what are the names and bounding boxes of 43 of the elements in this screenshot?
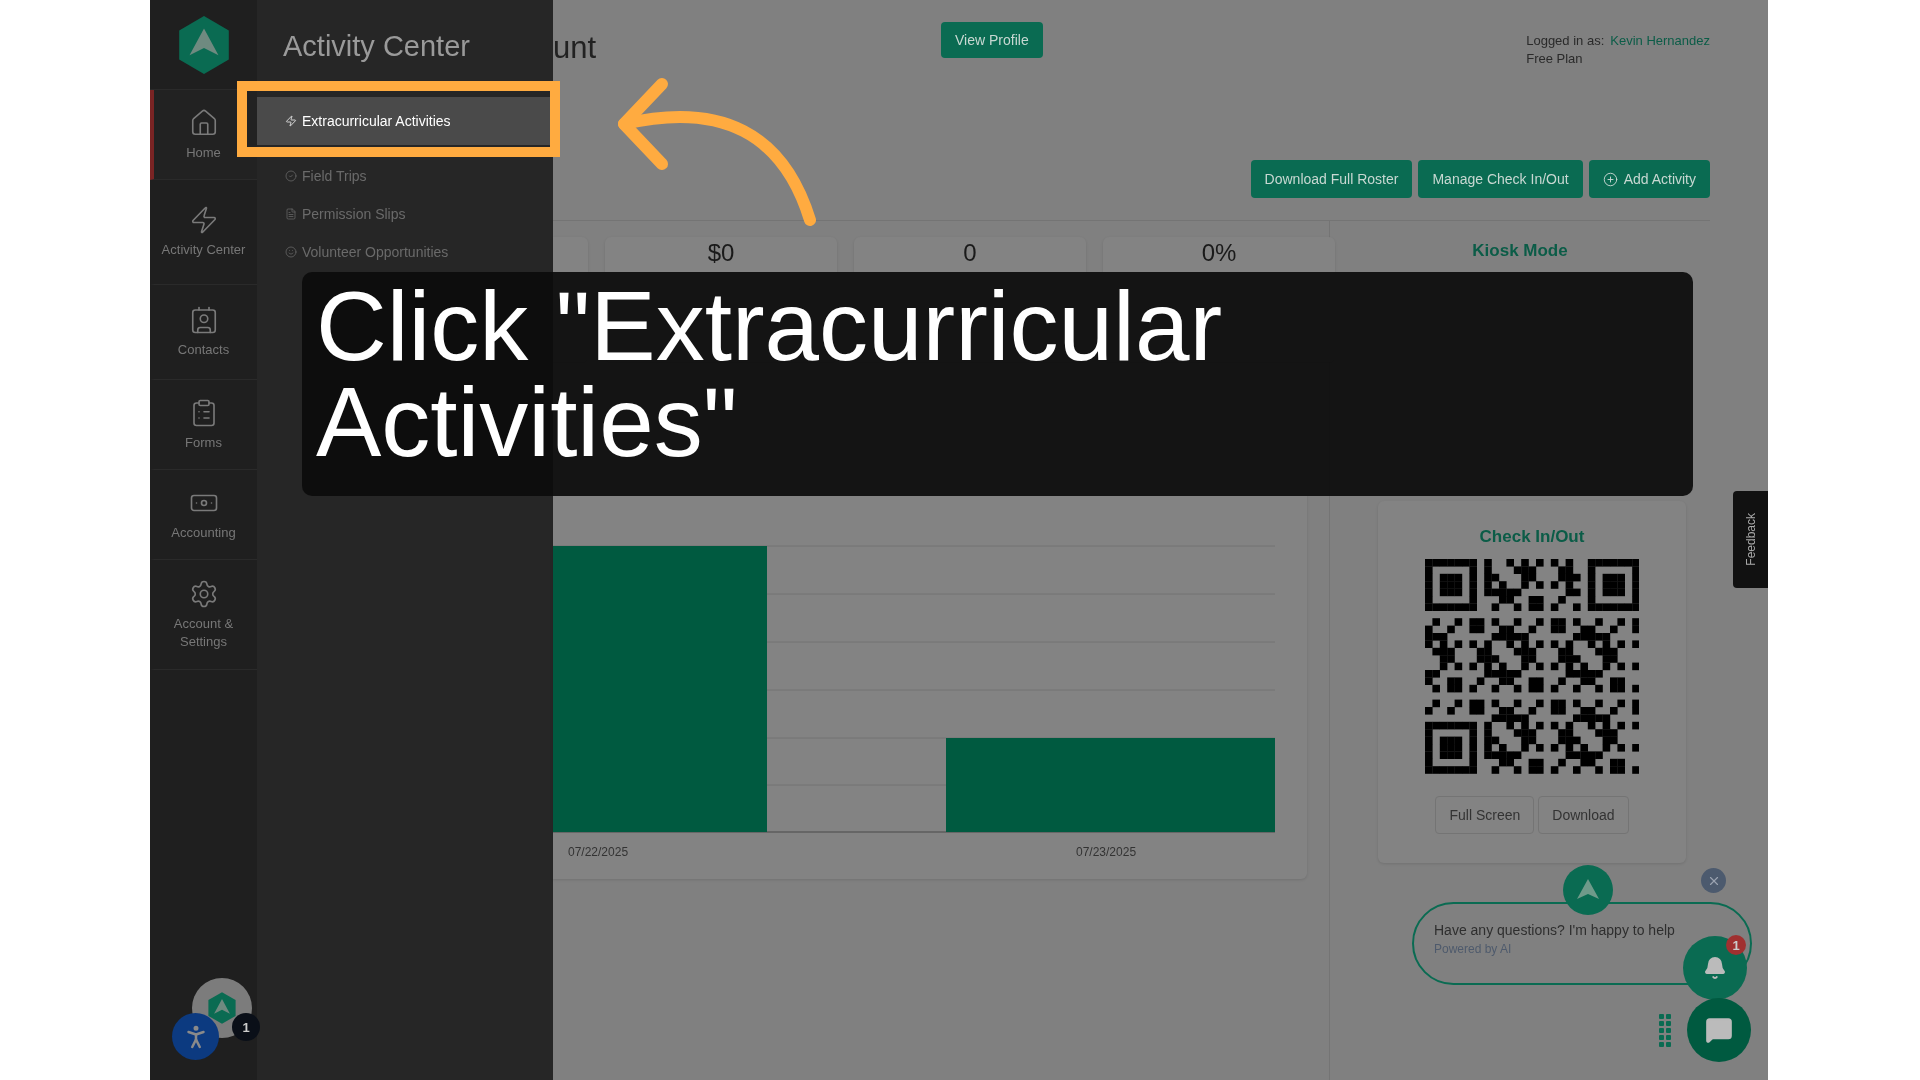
- checkin-title: Check In/Out: [1479, 527, 1585, 547]
- axis-label: 07/22/2025: [568, 845, 629, 859]
- checkin-button[interactable]: Download: [1538, 795, 1629, 834]
- nav-item[interactable]: Home: [150, 90, 257, 180]
- logo-icon: [205, 991, 239, 1025]
- toolbar-button[interactable]: Download Full Roster: [1250, 160, 1413, 198]
- bell-icon: [1703, 956, 1727, 980]
- menu-title: Activity Center: [282, 29, 471, 64]
- nav-label: Forms: [185, 433, 222, 452]
- menu-item[interactable]: Field Trips: [257, 157, 553, 195]
- chat-icon: [1705, 1016, 1733, 1044]
- stat-value: 0: [963, 239, 977, 268]
- axis-label: 07/23/2025: [1076, 845, 1137, 859]
- menu-icon: [285, 115, 297, 127]
- checkin-button[interactable]: Full Screen: [1435, 795, 1535, 834]
- nav-label: Account & Settings: [172, 614, 235, 651]
- user-link[interactable]: Kevin Hernandez: [1610, 32, 1710, 50]
- nav-label: Accounting: [171, 523, 236, 542]
- plus-icon: [1602, 171, 1618, 187]
- view-profile-button[interactable]: View Profile: [941, 22, 1043, 58]
- logged-in-label: Logged in as:: [1526, 32, 1605, 50]
- menu-item[interactable]: Volunteer Opportunities: [257, 233, 553, 271]
- menu-icon: [285, 208, 297, 220]
- nav-label: Activity Center: [161, 241, 246, 259]
- stat-value: 0%: [1201, 239, 1237, 268]
- toolbar-button[interactable]: Add Activity: [1588, 160, 1710, 198]
- menu-item[interactable]: Extracurricular Activities: [257, 97, 553, 145]
- toolbar-button[interactable]: Manage Check In/Out: [1418, 160, 1583, 198]
- drag-handle-icon[interactable]: [1659, 1014, 1671, 1048]
- kiosk-title: Kiosk Mode: [1472, 241, 1568, 261]
- instruction-caption: Click "Extracurricular Activities": [316, 278, 1224, 470]
- notification-badge: 1: [232, 1013, 260, 1041]
- plan-text: Free Plan: [1526, 50, 1584, 68]
- nav-label: Home: [186, 143, 221, 162]
- menu-item[interactable]: Permission Slips: [257, 195, 553, 233]
- accessibility-icon[interactable]: [172, 1013, 219, 1060]
- page-title: unt: [553, 29, 598, 66]
- nav-label: Contacts: [177, 341, 230, 359]
- chat-message: Have any questions? I'm happy to help: [1434, 922, 1675, 938]
- stat-value: $0: [707, 239, 735, 268]
- menu-icon: [285, 170, 297, 182]
- menu-icon: [285, 246, 297, 258]
- feedback-tab[interactable]: Feedback: [1733, 491, 1768, 588]
